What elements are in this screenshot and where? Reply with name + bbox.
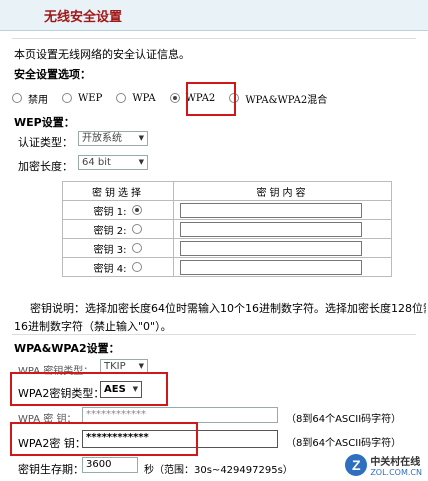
- watermark-main-text: 中关村在线: [370, 457, 421, 468]
- key-lifetime-input[interactable]: 3600: [82, 457, 138, 473]
- radio-disabled[interactable]: [12, 93, 22, 103]
- key-2-input[interactable]: [180, 221, 362, 237]
- key-content-cell: [173, 219, 392, 239]
- key-label: 密钥 4:: [93, 263, 127, 275]
- chevron-down-icon: ▼: [138, 158, 144, 166]
- intro-text: 本页设置无线网络的安全认证信息。: [14, 48, 190, 61]
- highlight-box-wpa2-key: [10, 422, 198, 456]
- zol-logo-icon: Z: [345, 454, 368, 476]
- key-1-radio[interactable]: [132, 205, 143, 215]
- zol-watermark: Z 中关村在线 ZOL.COM.CN: [345, 453, 422, 477]
- key-4-radio[interactable]: [132, 262, 143, 272]
- watermark-sub-text: ZOL.COM.CN: [370, 468, 422, 477]
- auth-type-label: 认证类型：: [18, 136, 73, 149]
- wep-key-table: 密钥选择 密钥内容 密钥 1: 密钥 2: 密钥 3: 密钥 4:: [62, 181, 392, 277]
- page-title: 无线安全设置: [44, 10, 123, 25]
- key-length-label: 加密长度：: [18, 160, 73, 173]
- radio-wpa-wpa2-mixed-label: WPA&WPA2混合: [245, 94, 328, 106]
- col-key-content: 密钥内容: [173, 181, 392, 201]
- key-label: 密钥 1:: [93, 206, 127, 218]
- key-4-input[interactable]: [180, 259, 362, 275]
- wpa-key-input[interactable]: ************: [82, 407, 278, 423]
- col-key-select: 密钥选择: [62, 181, 174, 201]
- key-lifetime-label: 密钥生存期：: [18, 463, 84, 476]
- chevron-down-icon: ▼: [138, 134, 144, 142]
- key-lifetime-hint: 秒（范围：30s~429497295s）: [144, 465, 293, 476]
- auth-type-select[interactable]: 开放系统 ▼: [78, 131, 148, 146]
- key-length-value: 64 bit: [82, 157, 111, 168]
- radio-wpa2[interactable]: [169, 93, 180, 103]
- key-2-radio[interactable]: [132, 224, 143, 234]
- key-1-input[interactable]: [180, 202, 362, 218]
- radio-wpa[interactable]: [116, 93, 127, 103]
- table-row: 密钥 2:: [62, 219, 392, 239]
- key-label: 密钥 3:: [93, 244, 127, 256]
- key-cell: 密钥 4:: [62, 257, 174, 277]
- key-length-select[interactable]: 64 bit ▼: [78, 155, 148, 170]
- wpa-heading: WPA&WPA2设置：: [14, 342, 120, 355]
- table-header-row: 密钥选择 密钥内容: [62, 181, 392, 201]
- table-row: 密钥 3:: [62, 238, 392, 258]
- key-label: 密钥 2:: [93, 225, 127, 237]
- divider: [12, 38, 416, 39]
- divider: [12, 334, 416, 335]
- key-cell: 密钥 3:: [62, 238, 174, 258]
- key-cell: 密钥 2:: [62, 219, 174, 239]
- table-row: 密钥 4:: [62, 257, 392, 277]
- radio-disabled-label: 禁用: [28, 94, 48, 106]
- highlight-box-wpa2: [186, 82, 236, 116]
- auth-type-value: 开放系统: [82, 133, 122, 144]
- radio-wpa-label: WPA: [132, 92, 156, 104]
- security-options-heading: 安全设置选项：: [14, 68, 91, 81]
- key-3-radio[interactable]: [132, 243, 143, 253]
- key-content-cell: [173, 200, 392, 220]
- key-note-line1: 密钥说明：选择加密长度64位时需输入10个16进制数字符。选择加密长度128位需…: [30, 302, 426, 315]
- wpa-key-hint: （8到64个ASCII码字符）: [286, 414, 402, 425]
- key-3-input[interactable]: [180, 240, 362, 256]
- radio-wep-label: WEP: [78, 92, 103, 104]
- key-content-cell: [173, 257, 392, 277]
- key-cell: 密钥 1:: [62, 200, 174, 220]
- security-options-group: 禁用 WEP WPA WPA2 WPA&WPA2混合: [12, 90, 341, 106]
- highlight-box-wpa2-key-type: [10, 372, 168, 406]
- key-content-cell: [173, 238, 392, 258]
- key-note-line2: 16进制数字符（禁止输入"0"）。: [14, 320, 172, 333]
- table-row: 密钥 1:: [62, 200, 392, 220]
- radio-wep[interactable]: [62, 93, 72, 103]
- wpa2-key-hint: （8到64个ASCII码字符）: [286, 438, 402, 449]
- wep-heading: WEP设置：: [14, 116, 75, 129]
